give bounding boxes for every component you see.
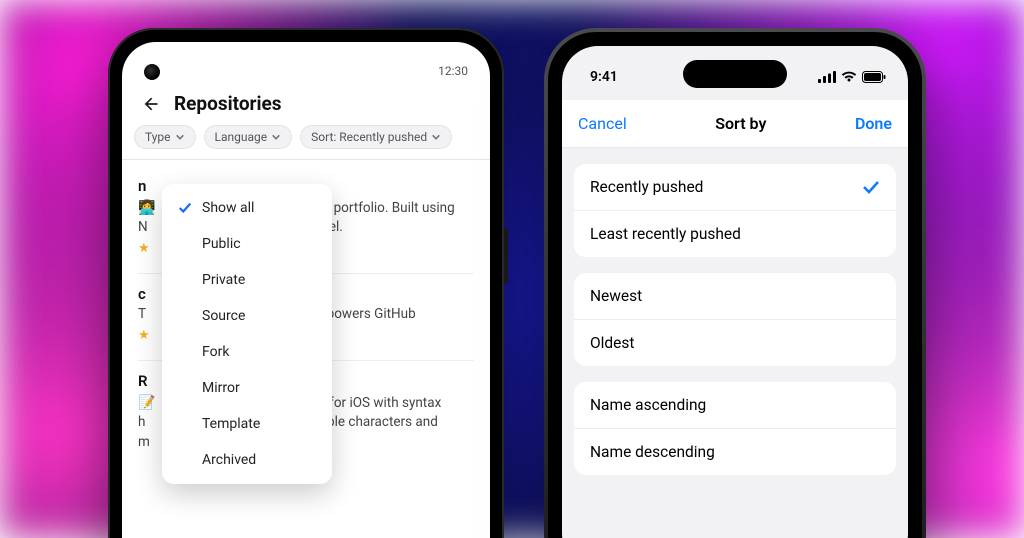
sheet-title: Sort by — [715, 114, 766, 133]
dropdown-item-label: Template — [202, 416, 260, 432]
check-icon — [178, 201, 192, 215]
back-arrow-icon[interactable] — [140, 94, 160, 114]
dropdown-item-label: Private — [202, 272, 245, 288]
wifi-icon — [841, 71, 857, 83]
dropdown-item-label: Public — [202, 236, 241, 252]
sort-option-label: Newest — [590, 287, 642, 305]
repo-desc-fragment: or for iOS with syntax — [314, 395, 442, 411]
dropdown-item-label: Mirror — [202, 380, 240, 396]
star-icon: ★ — [138, 241, 150, 256]
android-statusbar: 12:30 — [122, 42, 490, 78]
repo-desc-fragment: N — [138, 219, 148, 235]
ios-clock: 9:41 — [590, 69, 618, 85]
dropdown-item-show-all[interactable]: Show all — [162, 190, 332, 226]
sort-sheet-header: Cancel Sort by Done — [562, 100, 908, 148]
dropdown-item-archived[interactable]: Archived — [162, 442, 332, 478]
repo-desc-fragment: h — [138, 414, 145, 430]
android-header: Repositories — [122, 78, 490, 125]
repo-emoji: 👩‍💻 — [138, 200, 155, 216]
chevron-down-icon — [271, 132, 281, 142]
android-camera-punchhole — [144, 64, 160, 80]
repo-desc-fragment: T — [138, 306, 146, 322]
sort-option-newest[interactable]: Newest — [574, 273, 896, 319]
dropdown-item-public[interactable]: Public — [162, 226, 332, 262]
chevron-down-icon — [175, 132, 185, 142]
iphone-screen: 9:41 Cancel Sort by Done Recently pushed — [562, 46, 908, 538]
chip-label: Type — [145, 130, 171, 144]
repo-desc-fragment: powers GitHub — [327, 306, 416, 322]
sort-group-created: Newest Oldest — [574, 273, 896, 366]
dropdown-item-source[interactable]: Source — [162, 298, 332, 334]
sort-group-pushed: Recently pushed Least recently pushed — [574, 164, 896, 257]
android-screen: 12:30 Repositories Type Language Sor — [122, 42, 490, 538]
done-button[interactable]: Done — [855, 114, 892, 133]
sort-option-label: Name descending — [590, 443, 715, 461]
chip-label: Sort: Recently pushed — [311, 130, 427, 144]
dropdown-item-label: Show all — [202, 200, 254, 216]
android-clock: 12:30 — [438, 64, 468, 78]
page-title: Repositories — [174, 92, 282, 115]
battery-icon — [862, 71, 886, 83]
sort-group-name: Name ascending Name descending — [574, 382, 896, 475]
dropdown-item-mirror[interactable]: Mirror — [162, 370, 332, 406]
sort-option-name-descending[interactable]: Name descending — [574, 428, 896, 475]
dropdown-item-private[interactable]: Private — [162, 262, 332, 298]
repo-desc-fragment: m — [138, 434, 150, 450]
star-icon: ★ — [138, 328, 150, 343]
dropdown-item-template[interactable]: Template — [162, 406, 332, 442]
sort-option-name-ascending[interactable]: Name ascending — [574, 382, 896, 428]
dynamic-island — [683, 60, 787, 88]
cancel-button[interactable]: Cancel — [578, 114, 627, 133]
sort-option-oldest[interactable]: Oldest — [574, 319, 896, 366]
sort-option-recently-pushed[interactable]: Recently pushed — [574, 164, 896, 210]
sort-option-label: Name ascending — [590, 396, 706, 414]
repo-desc-fragment: portfolio. Built using — [334, 200, 455, 216]
dropdown-item-label: Fork — [202, 344, 229, 360]
android-power-button — [504, 228, 508, 284]
type-filter-dropdown: Show all Public Private Source Fork — [162, 184, 332, 484]
android-phone-frame: 12:30 Repositories Type Language Sor — [108, 28, 504, 538]
sort-option-label: Least recently pushed — [590, 225, 741, 243]
cellular-icon — [818, 71, 836, 83]
dropdown-item-label: Source — [202, 308, 245, 324]
filter-chip-type[interactable]: Type — [134, 125, 196, 149]
chevron-down-icon — [431, 132, 441, 142]
filter-chip-sort[interactable]: Sort: Recently pushed — [300, 125, 452, 149]
sort-option-label: Oldest — [590, 334, 634, 352]
filter-chip-language[interactable]: Language — [204, 125, 293, 149]
filter-chips-row: Type Language Sort: Recently pushed — [122, 125, 490, 159]
dropdown-item-label: Archived — [202, 452, 256, 468]
dropdown-item-fork[interactable]: Fork — [162, 334, 332, 370]
check-icon — [862, 178, 880, 196]
chip-label: Language — [215, 130, 268, 144]
sort-option-label: Recently pushed — [590, 178, 703, 196]
iphone-frame: 9:41 Cancel Sort by Done Recently pushed — [544, 28, 926, 538]
repo-emoji: 📝 — [138, 395, 155, 411]
sort-option-least-recently-pushed[interactable]: Least recently pushed — [574, 210, 896, 257]
